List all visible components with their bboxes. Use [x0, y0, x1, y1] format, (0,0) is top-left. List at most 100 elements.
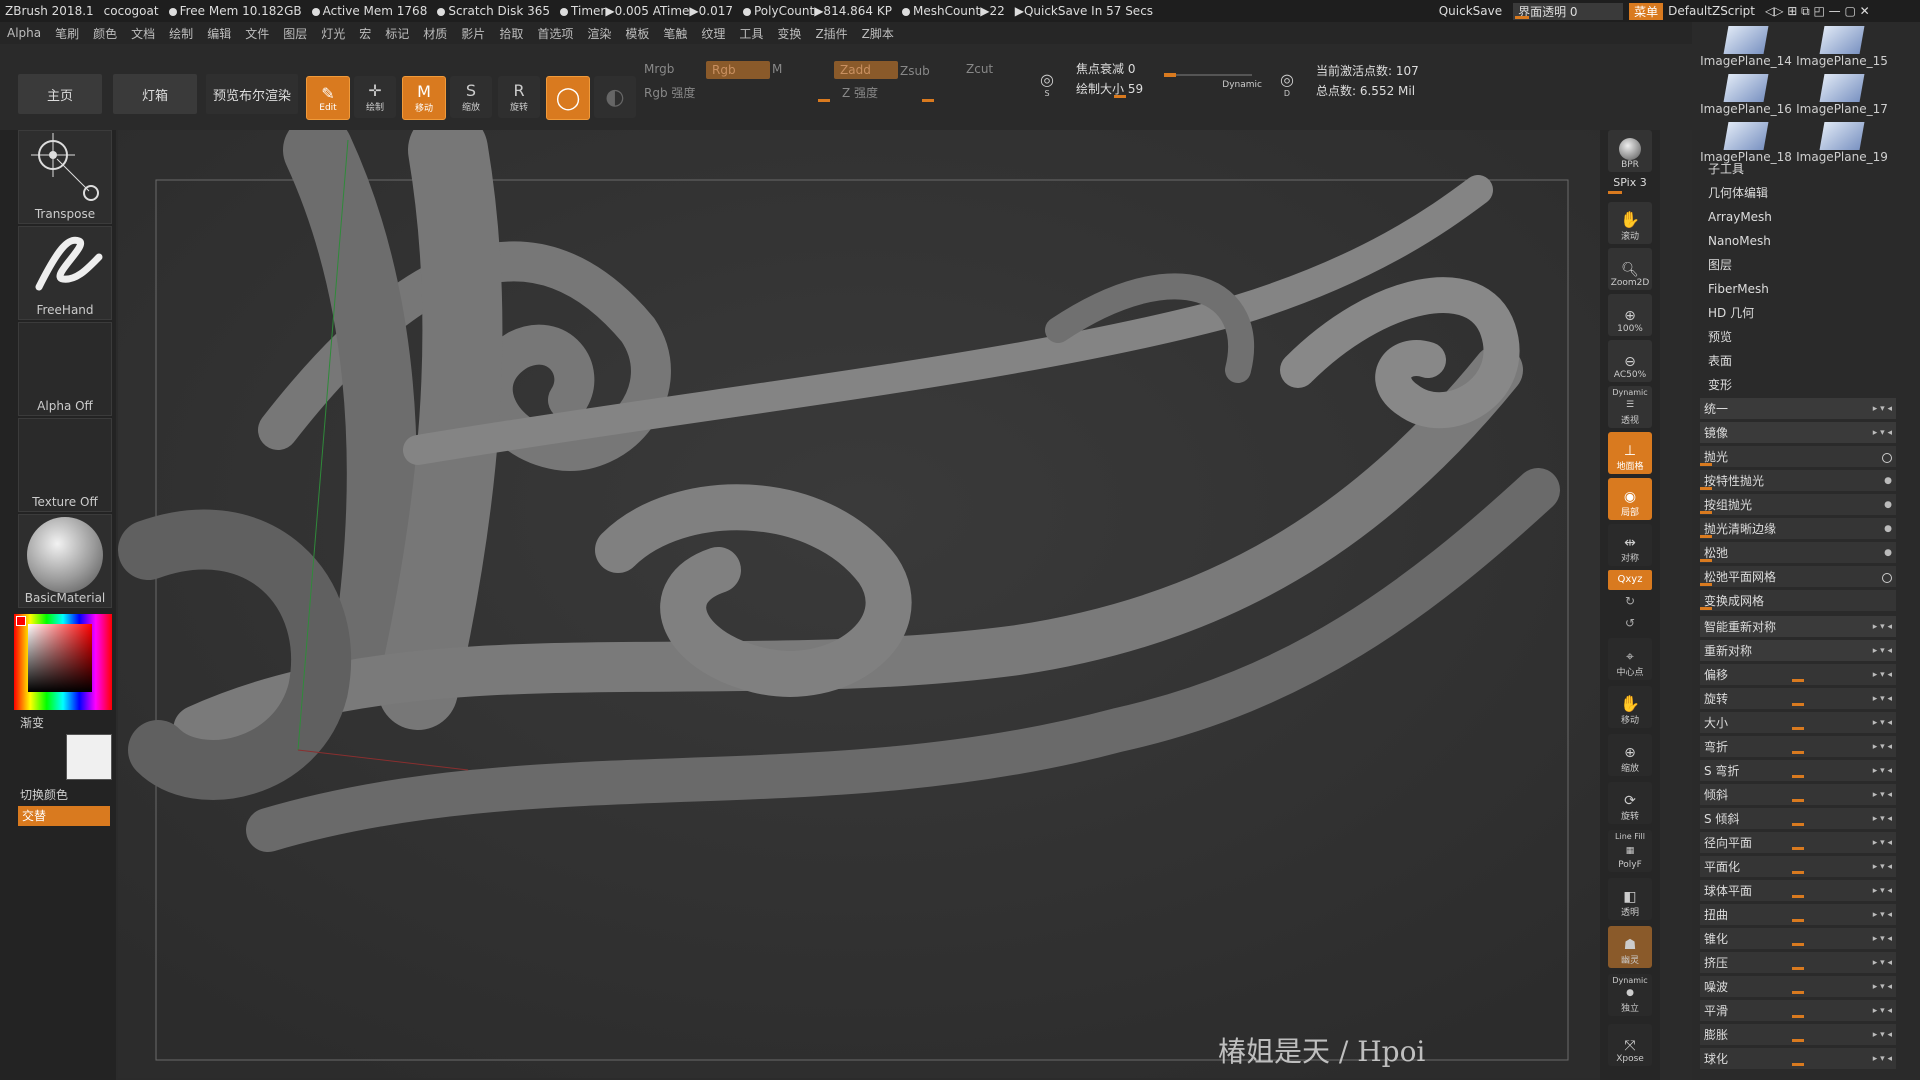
menu-zscript[interactable]: Z脚本: [855, 25, 901, 42]
lightbox-button[interactable]: 灯箱: [113, 74, 197, 114]
home-button[interactable]: 主页: [18, 74, 102, 114]
material-mode-button[interactable]: ◐: [594, 76, 636, 118]
draw-size-icon[interactable]: ◎ D: [1272, 66, 1302, 102]
imageplane-14-thumb[interactable]: ImagePlane_14: [1700, 26, 1792, 72]
window-controls[interactable]: ◁▷ ⊞ ⧉ ◰ — ▢ ✕: [1760, 4, 1920, 19]
deform-noise[interactable]: 噪波 ▸ ▾ ◂: [1700, 976, 1896, 998]
bool-render-button[interactable]: 预览布尔渲染: [206, 74, 298, 114]
quicksave-button[interactable]: QuickSave: [1434, 4, 1507, 18]
zoom2d-button[interactable]: 🔍︎ Zoom2D: [1608, 248, 1652, 290]
ghost-button[interactable]: ☗ 幽灵: [1608, 926, 1652, 968]
deform-taper[interactable]: 锥化 ▸ ▾ ◂: [1700, 928, 1896, 950]
xyz-button[interactable]: Qxyz: [1608, 570, 1652, 590]
menu-transform[interactable]: 变换: [770, 25, 808, 42]
dynamic-label[interactable]: Dynamic: [1222, 80, 1262, 90]
menu-layer[interactable]: 图层: [276, 25, 314, 42]
fibermesh-section[interactable]: FiberMesh: [1708, 278, 1769, 300]
menu-file[interactable]: 文件: [238, 25, 276, 42]
zsub-toggle[interactable]: Zsub: [900, 64, 930, 82]
focal-shift-slider[interactable]: 焦点衰减 0: [1076, 60, 1262, 78]
deform-skew[interactable]: 倾斜 ▸ ▾ ◂: [1700, 784, 1896, 806]
deform-relax-plane-grid[interactable]: 松弛平面网格: [1700, 566, 1896, 588]
ui-transparency-slider[interactable]: 界面透明 0: [1513, 2, 1624, 20]
rotate-button[interactable]: R 旋转: [498, 76, 540, 118]
arraymesh-section[interactable]: ArrayMesh: [1708, 206, 1772, 228]
scroll-button[interactable]: ✋ 滚动: [1608, 202, 1652, 244]
menu-texture[interactable]: 纹理: [694, 25, 732, 42]
xpose-button[interactable]: ⤧ Xpose: [1608, 1024, 1652, 1066]
perspective-button[interactable]: Dynamic ☰ 透视: [1608, 386, 1652, 428]
deform-squeeze[interactable]: 挤压 ▸ ▾ ◂: [1700, 952, 1896, 974]
menu-light[interactable]: 灯光: [314, 25, 352, 42]
transparency-button[interactable]: ◧ 透明: [1608, 878, 1652, 920]
menu-macro[interactable]: 宏: [352, 25, 378, 42]
scale-button[interactable]: S 缩放: [450, 76, 492, 118]
floor-grid-button[interactable]: ⊥ 地面格: [1608, 432, 1652, 474]
deform-sbend[interactable]: S 弯折 ▸ ▾ ◂: [1700, 760, 1896, 782]
deformation-section[interactable]: 变形: [1708, 374, 1732, 396]
menu-button[interactable]: 菜单: [1629, 2, 1664, 20]
move-button[interactable]: M 移动: [402, 76, 446, 120]
deform-smart-resym[interactable]: 智能重新对称 ▸ ▾ ◂: [1700, 616, 1896, 638]
primary-color-swatch[interactable]: [16, 616, 26, 626]
menu-picker[interactable]: 拾取: [492, 25, 530, 42]
draw-size-slider[interactable]: 绘制大小 59 Dynamic: [1076, 80, 1262, 98]
sculpt-mode-button[interactable]: ◯: [546, 76, 590, 120]
rotate-y-icon[interactable]: ↻: [1608, 594, 1652, 608]
menu-zplugin[interactable]: Z插件: [808, 25, 854, 42]
deform-bend[interactable]: 弯折 ▸ ▾ ◂: [1700, 736, 1896, 758]
rotate-view-button[interactable]: ⟳ 旋转: [1608, 782, 1652, 824]
imageplane-19-thumb[interactable]: ImagePlane_19: [1796, 122, 1888, 168]
solo-button[interactable]: Dynamic ● 独立: [1608, 974, 1652, 1016]
menu-alpha[interactable]: Alpha: [0, 26, 48, 40]
actual-size-button[interactable]: ⊕ 100%: [1608, 294, 1652, 336]
deform-spherical-plane[interactable]: 球体平面 ▸ ▾ ◂: [1700, 880, 1896, 902]
menu-brush[interactable]: 笔刷: [48, 25, 86, 42]
bpr-button[interactable]: BPR: [1608, 130, 1652, 172]
rgb-intensity-slider[interactable]: Rgb 强度: [644, 84, 830, 102]
secondary-color-swatch[interactable]: [66, 734, 112, 780]
deform-rotate[interactable]: 旋转 ▸ ▾ ◂: [1700, 688, 1896, 710]
deform-sskew[interactable]: S 倾斜 ▸ ▾ ◂: [1700, 808, 1896, 830]
edit-button[interactable]: ✎ Edit: [306, 76, 350, 120]
layers-section[interactable]: 图层: [1708, 254, 1732, 276]
alpha-tile[interactable]: Alpha Off: [18, 322, 112, 416]
menu-material[interactable]: 材质: [416, 25, 454, 42]
menu-draw[interactable]: 绘制: [162, 25, 200, 42]
deform-offset[interactable]: 偏移 ▸ ▾ ◂: [1700, 664, 1896, 686]
subtool-section[interactable]: 子工具: [1708, 158, 1744, 180]
rotate-z-icon[interactable]: ↺: [1608, 616, 1652, 630]
symmetry-button[interactable]: ⇹ 对称: [1608, 524, 1652, 566]
imageplane-16-thumb[interactable]: ImagePlane_16: [1700, 74, 1792, 120]
default-zscript[interactable]: DefaultZScript: [1663, 4, 1760, 18]
imageplane-15-thumb[interactable]: ImagePlane_15: [1796, 26, 1888, 72]
geometry-section[interactable]: 几何体编辑: [1708, 182, 1768, 204]
transpose-brush-tile[interactable]: Transpose: [18, 130, 112, 224]
deform-unify[interactable]: 统一 ▸ ▾ ◂: [1700, 398, 1896, 420]
menu-document[interactable]: 文档: [124, 25, 162, 42]
deform-polish[interactable]: 抛光: [1700, 446, 1896, 468]
menu-marker[interactable]: 标记: [378, 25, 416, 42]
deform-polish-crisp-edges[interactable]: 抛光清晰边缘 ●: [1700, 518, 1896, 540]
center-point-button[interactable]: ⌖ 中心点: [1608, 638, 1652, 680]
z-intensity-slider[interactable]: Z 强度: [842, 84, 1028, 102]
preview-section[interactable]: 预览: [1708, 326, 1732, 348]
m-toggle[interactable]: M: [772, 62, 782, 80]
material-tile[interactable]: BasicMaterial: [18, 514, 112, 608]
menu-preferences[interactable]: 首选项: [530, 25, 580, 42]
zcut-toggle[interactable]: Zcut: [966, 62, 993, 80]
hd-geometry-section[interactable]: HD 几何: [1708, 302, 1754, 324]
draw-button[interactable]: ✛ 绘制: [354, 76, 396, 118]
imageplane-17-thumb[interactable]: ImagePlane_17: [1796, 74, 1888, 120]
texture-tile[interactable]: Texture Off: [18, 418, 112, 512]
nanomesh-section[interactable]: NanoMesh: [1708, 230, 1771, 252]
switch-color-button[interactable]: 切换颜色: [20, 786, 68, 803]
focal-shift-icon[interactable]: ◎ S: [1032, 66, 1062, 102]
menu-tool[interactable]: 工具: [732, 25, 770, 42]
zadd-toggle[interactable]: Zadd: [834, 61, 898, 79]
deform-resym[interactable]: 重新对称 ▸ ▾ ◂: [1700, 640, 1896, 662]
local-button[interactable]: ◉ 局部: [1608, 478, 1652, 520]
deform-twist[interactable]: 扭曲 ▸ ▾ ◂: [1700, 904, 1896, 926]
menu-stencil[interactable]: 模板: [618, 25, 656, 42]
move-view-button[interactable]: ✋ 移动: [1608, 686, 1652, 728]
